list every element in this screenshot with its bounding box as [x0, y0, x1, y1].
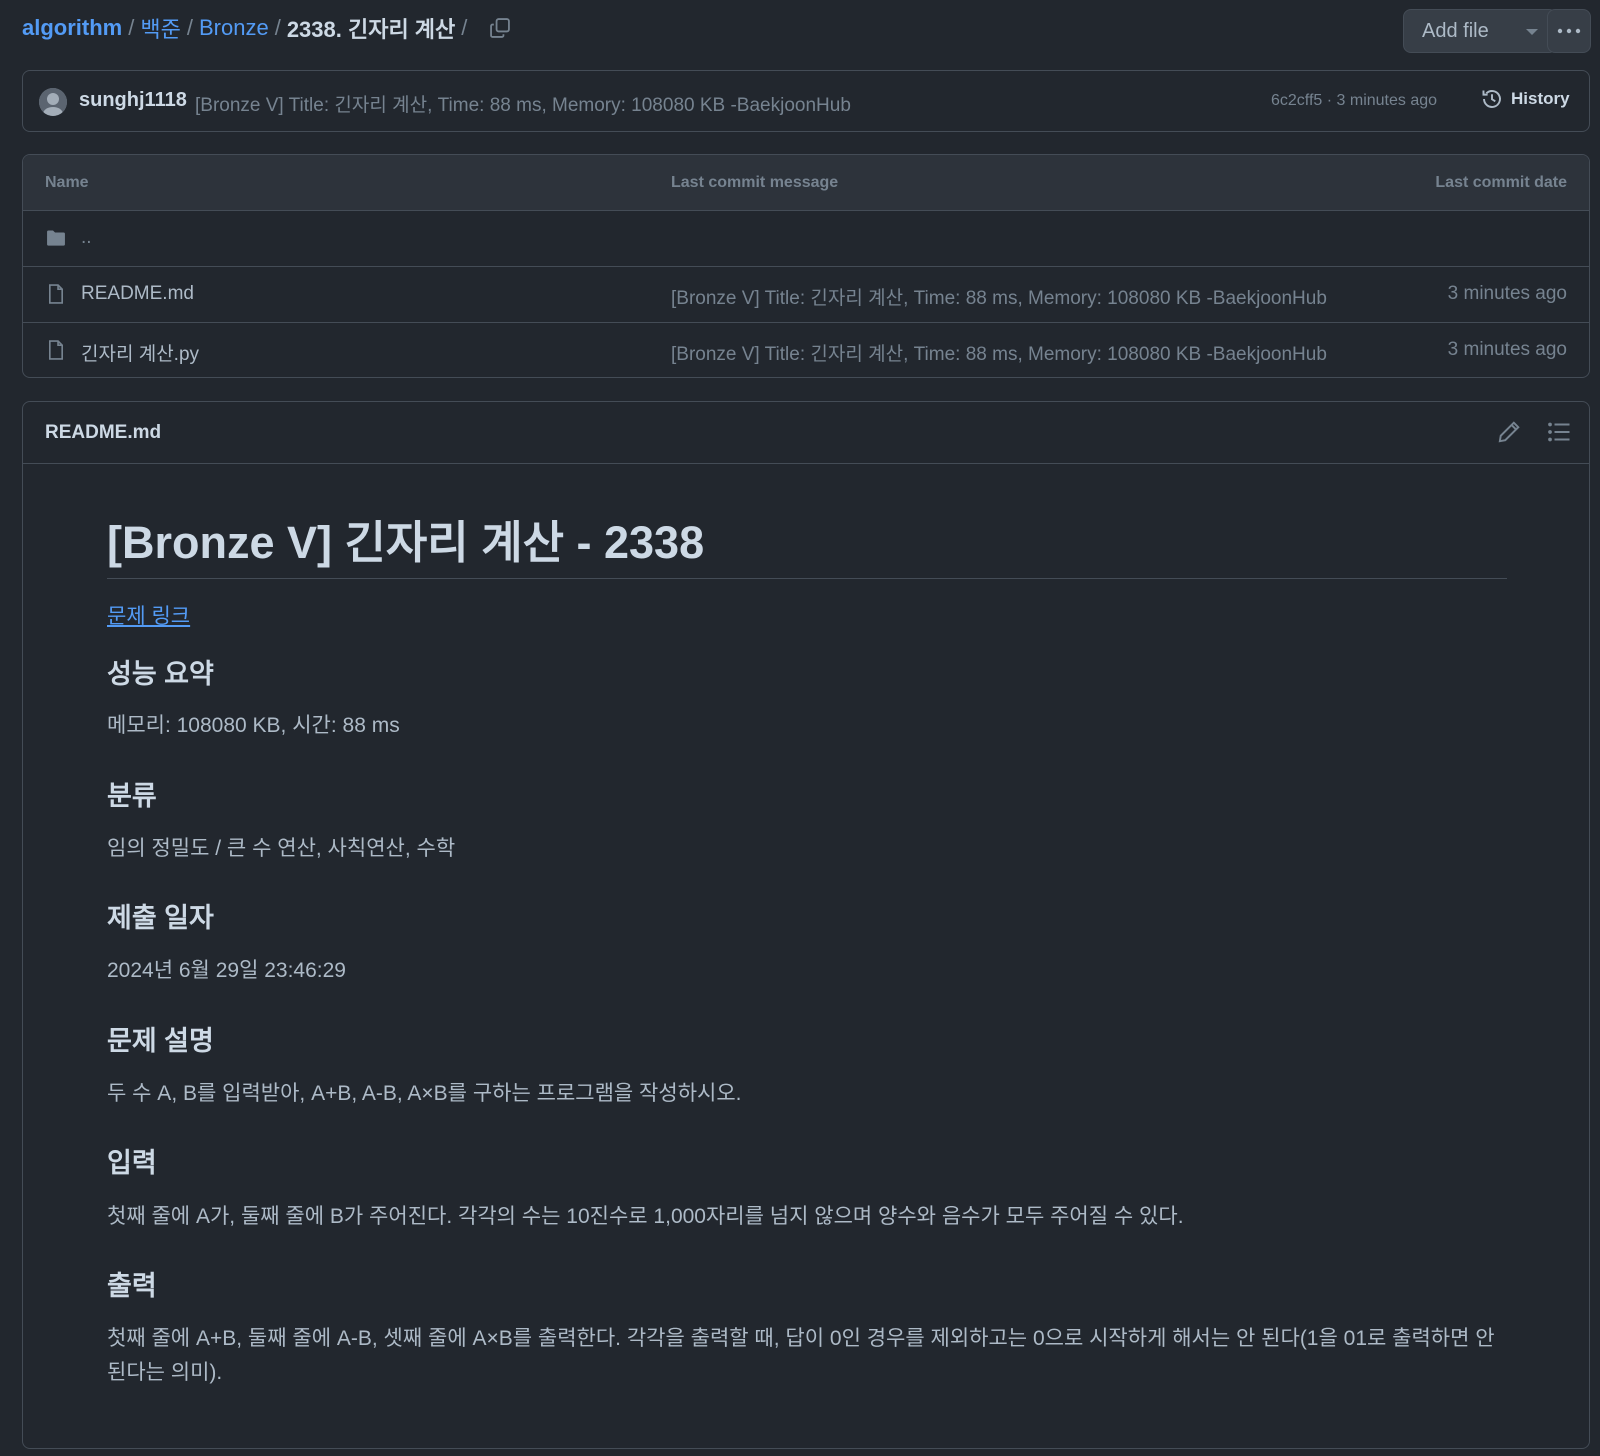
readme-filename[interactable]: README.md — [45, 422, 161, 444]
file-name-link[interactable]: 긴자리 계산.py — [81, 339, 199, 366]
outline-button[interactable] — [1547, 420, 1573, 446]
parent-directory-link[interactable]: .. — [81, 227, 92, 249]
commit-meta[interactable]: 6c2cff5 · 3 minutes ago — [1271, 92, 1437, 110]
file-commit-message[interactable]: [Bronze V] Title: 긴자리 계산, Time: 88 ms, M… — [671, 339, 1327, 366]
section-body-output: 첫째 줄에 A+B, 둘째 줄에 A-B, 셋째 줄에 A×B를 출력한다. 각… — [107, 1327, 1495, 1384]
heading-divider — [107, 578, 1507, 579]
commit-message[interactable]: [Bronze V] Title: 긴자리 계산, Time: 88 ms, M… — [195, 90, 851, 117]
file-commit-date: 3 minutes ago — [1447, 283, 1567, 304]
section-heading-submitted: 제출 일자 — [107, 903, 214, 933]
file-commit-message[interactable]: [Bronze V] Title: 긴자리 계산, Time: 88 ms, M… — [671, 283, 1327, 310]
section-heading-output: 출력 — [107, 1271, 157, 1301]
column-header-name: Name — [45, 174, 89, 191]
more-options-button[interactable] — [1547, 9, 1591, 53]
table-row[interactable]: README.md [Bronze V] Title: 긴자리 계산, Time… — [23, 267, 1589, 323]
column-header-date: Last commit date — [1435, 174, 1567, 191]
section-body-performance: 메모리: 108080 KB, 시간: 88 ms — [107, 714, 400, 737]
copy-icon — [490, 18, 511, 38]
readme-panel: README.md [Bronze V] 긴자리 계산 - 2338 문제 링크… — [22, 401, 1590, 1449]
history-label: History — [1511, 89, 1570, 108]
history-button[interactable]: History — [1481, 88, 1570, 110]
section-body-input: 첫째 줄에 A가, 둘째 줄에 B가 주어진다. 각각의 수는 10진수로 1,… — [107, 1205, 1184, 1228]
caret-down-icon — [1526, 29, 1538, 35]
problem-link[interactable]: 문제 링크 — [107, 600, 190, 630]
breadcrumb: algorithm / 백준 / Bronze / 2338. 긴자리 계산 / — [22, 12, 513, 44]
table-row[interactable]: 긴자리 계산.py [Bronze V] Title: 긴자리 계산, Time… — [23, 323, 1589, 377]
breadcrumb-repo-link[interactable]: algorithm — [22, 15, 122, 41]
column-header-message: Last commit message — [671, 174, 839, 191]
section-body-description: 두 수 A, B를 입력받아, A+B, A-B, A×B를 구하는 프로그램을… — [107, 1082, 742, 1105]
section-heading-category: 분류 — [107, 781, 157, 811]
section-heading-description: 문제 설명 — [107, 1026, 214, 1056]
file-name-link[interactable]: README.md — [81, 283, 194, 305]
file-commit-date: 3 minutes ago — [1447, 339, 1567, 360]
file-table-header: Name Last commit message Last commit dat… — [23, 155, 1589, 211]
table-row-parent[interactable]: .. — [23, 211, 1589, 267]
add-file-label: Add file — [1422, 19, 1489, 42]
file-icon — [48, 340, 64, 360]
folder-icon — [47, 230, 65, 246]
section-body-submitted: 2024년 6월 29일 23:46:29 — [107, 959, 346, 982]
readme-header: README.md — [23, 402, 1589, 464]
section-heading-input: 입력 — [107, 1148, 157, 1178]
kebab-icon — [1557, 28, 1581, 34]
latest-commit-bar: sunghj1118 [Bronze V] Title: 긴자리 계산, Tim… — [22, 70, 1590, 132]
top-bar: algorithm / 백준 / Bronze / 2338. 긴자리 계산 /… — [22, 6, 1591, 53]
list-icon — [1548, 422, 1570, 442]
breadcrumb-separator: / — [461, 15, 468, 40]
readme-title-heading: [Bronze V] 긴자리 계산 - 2338 — [107, 517, 705, 568]
breadcrumb-separator: / — [128, 15, 135, 40]
commit-author-link[interactable]: sunghj1118 — [79, 89, 187, 112]
breadcrumb-separator: / — [274, 15, 281, 40]
file-icon — [48, 284, 64, 304]
copy-path-button[interactable] — [487, 15, 513, 41]
edit-file-button[interactable] — [1497, 420, 1523, 446]
avatar[interactable] — [39, 88, 67, 116]
file-table: Name Last commit message Last commit dat… — [22, 154, 1590, 378]
section-body-category: 임의 정밀도 / 큰 수 연산, 사칙연산, 수학 — [107, 837, 456, 860]
breadcrumb-baekjoon-link[interactable]: 백준 — [140, 12, 180, 44]
history-icon — [1482, 90, 1501, 108]
add-file-button[interactable]: Add file — [1403, 9, 1557, 53]
breadcrumb-current: 2338. 긴자리 계산 — [286, 17, 456, 42]
breadcrumb-bronze-link[interactable]: Bronze — [199, 15, 269, 41]
pencil-icon — [1498, 421, 1520, 443]
section-heading-performance: 성능 요약 — [107, 659, 214, 689]
breadcrumb-separator: / — [186, 15, 193, 40]
